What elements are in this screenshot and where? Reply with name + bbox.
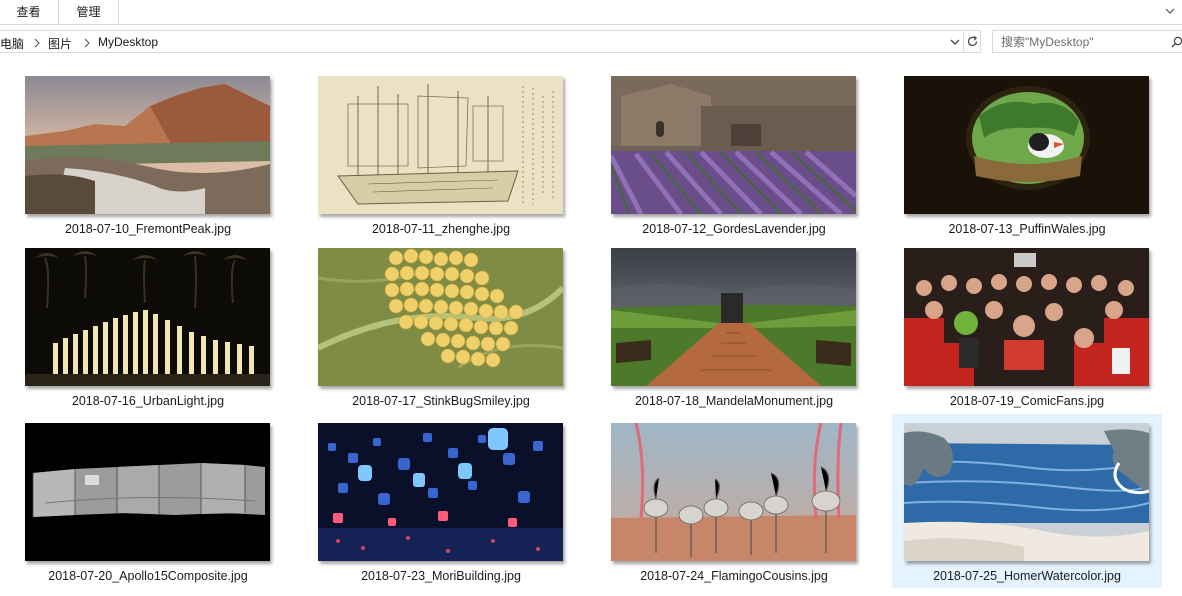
refresh-button[interactable] [963,30,981,53]
thumbnail-image [318,423,563,561]
thumbnail-image [904,76,1149,214]
thumbnail-image [611,76,856,214]
refresh-icon [967,35,978,47]
search-box[interactable] [992,30,1182,53]
thumbnail-image [25,423,270,561]
breadcrumb-computer[interactable]: 电脑 [0,35,24,52]
chevron-down-icon[interactable] [1164,4,1176,18]
file-name: 2018-07-16_UrbanLight.jpg [71,394,225,408]
search-input[interactable] [1001,34,1161,50]
file-view: 2018-07-10_FremontPeak.jpg 2018-07-11_zh… [0,56,1182,596]
file-name: 2018-07-24_FlamingoCousins.jpg [640,569,828,583]
address-bar[interactable]: 电脑 图片 MyDesktop [0,30,964,53]
chevron-down-icon[interactable] [948,35,962,49]
file-item[interactable]: 2018-07-17_StinkBugSmiley.jpg [306,236,576,411]
file-name: 2018-07-12_GordesLavender.jpg [642,222,826,236]
file-name: 2018-07-10_FremontPeak.jpg [64,222,232,236]
tab-view[interactable]: 查看 [0,0,57,24]
thumbnail-image [318,248,563,386]
thumbnail-image [904,248,1149,386]
breadcrumb-mydesktop[interactable]: MyDesktop [98,35,158,49]
file-item[interactable]: 2018-07-24_FlamingoCousins.jpg [599,411,869,589]
file-name: 2018-07-18_MandelaMonument.jpg [634,394,834,408]
chevron-right-icon[interactable] [83,37,91,48]
file-item[interactable]: 2018-07-20_Apollo15Composite.jpg [13,411,283,589]
search-icon[interactable] [1171,36,1182,51]
file-item[interactable]: 2018-07-12_GordesLavender.jpg [599,64,869,239]
breadcrumb-pictures[interactable]: 图片 [48,35,72,52]
tab-manage[interactable]: 管理 [58,0,119,24]
file-name: 2018-07-25_HomerWatercolor.jpg [933,569,1121,583]
navigation-row: 电脑 图片 MyDesktop [0,30,1182,54]
file-item[interactable]: 2018-07-10_FremontPeak.jpg [13,64,283,239]
chevron-right-icon[interactable] [33,37,41,48]
ribbon-bar: 查看 管理 [0,0,1182,25]
thumbnail-image [904,423,1149,561]
file-item[interactable]: 2018-07-11_zhenghe.jpg [306,64,576,239]
thumbnail-image [611,423,856,561]
thumbnail-image [25,76,270,214]
file-item[interactable]: 2018-07-13_PuffinWales.jpg [892,64,1162,239]
file-name: 2018-07-23_MoriBuilding.jpg [361,569,521,583]
thumbnail-image [25,248,270,386]
file-item[interactable]: 2018-07-16_UrbanLight.jpg [13,236,283,411]
file-name: 2018-07-17_StinkBugSmiley.jpg [352,394,530,408]
file-item[interactable]: 2018-07-18_MandelaMonument.jpg [599,236,869,411]
thumbnail-image [611,248,856,386]
file-item[interactable]: 2018-07-19_ComicFans.jpg [892,236,1162,411]
file-name: 2018-07-11_zhenghe.jpg [371,222,511,236]
file-name: 2018-07-13_PuffinWales.jpg [948,222,1106,236]
file-item[interactable]: 2018-07-23_MoriBuilding.jpg [306,411,576,589]
file-name: 2018-07-20_Apollo15Composite.jpg [48,569,248,583]
file-name: 2018-07-19_ComicFans.jpg [949,394,1105,408]
thumbnail-image [318,76,563,214]
file-item[interactable]: 2018-07-25_HomerWatercolor.jpg [892,414,1162,588]
